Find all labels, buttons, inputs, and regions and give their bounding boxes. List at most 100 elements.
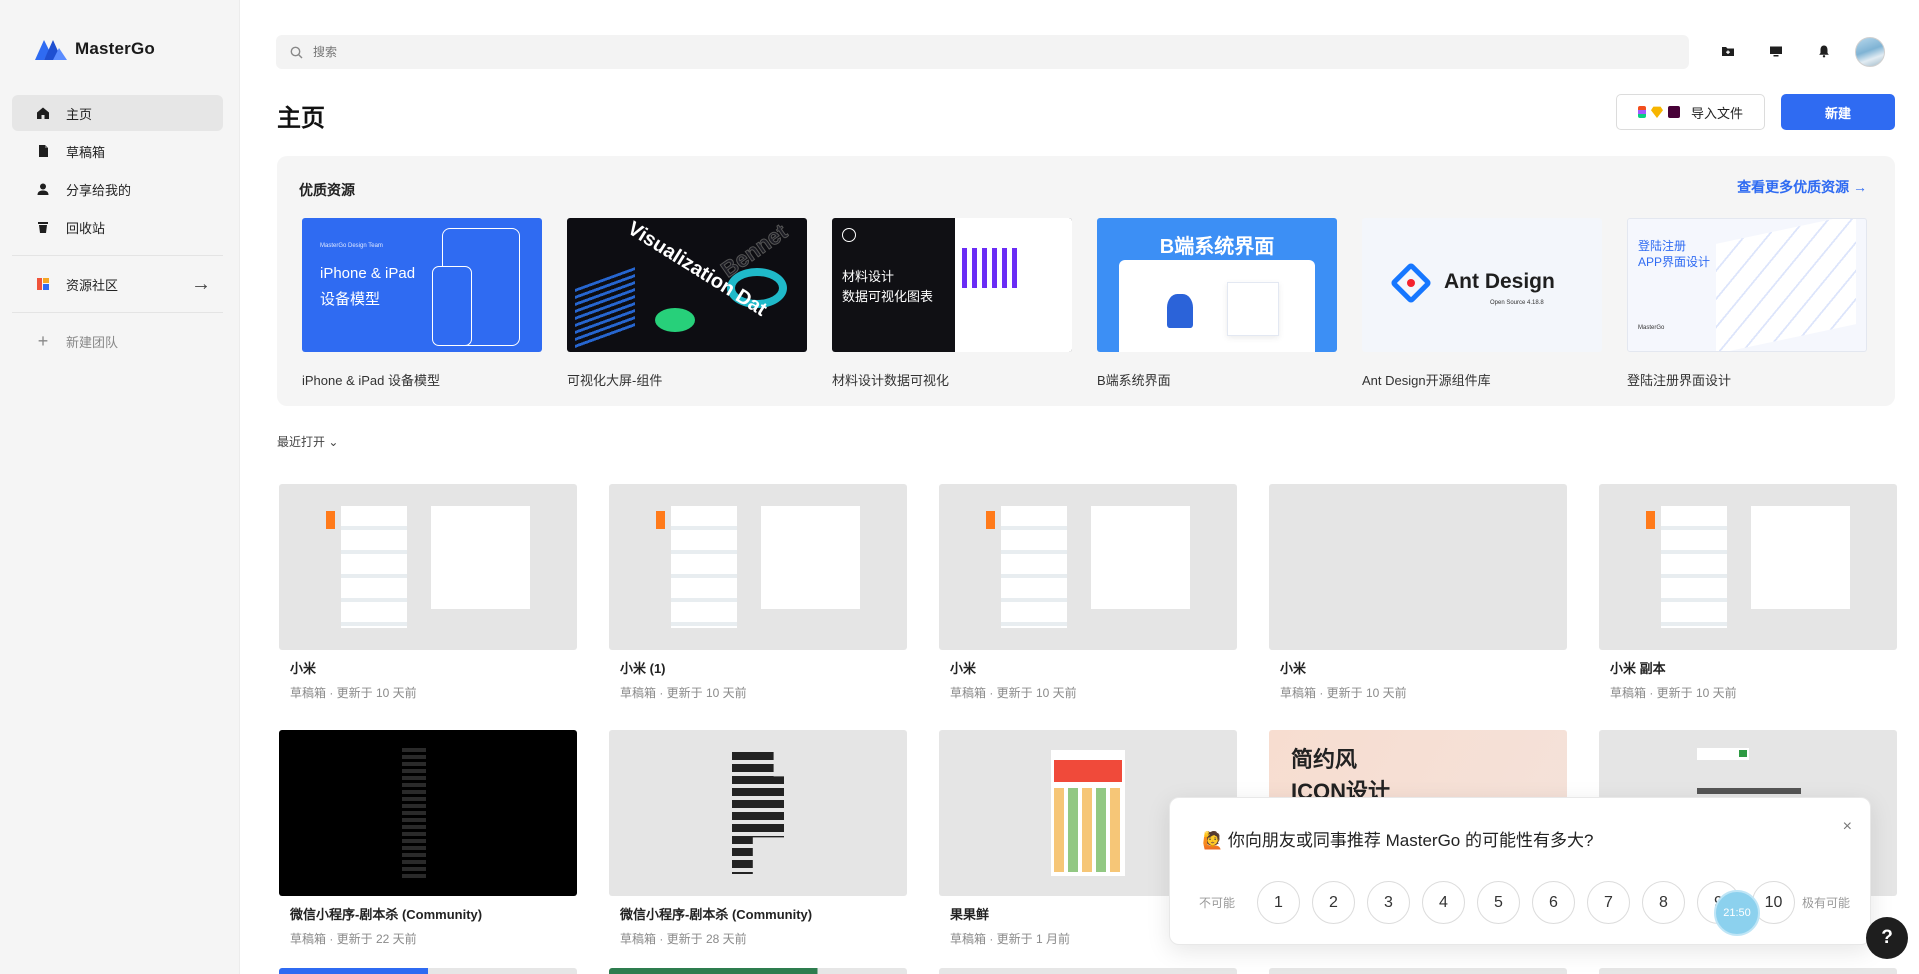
sidebar-item-community[interactable]: 资源社区 →: [12, 266, 223, 302]
bell-icon: [1819, 45, 1829, 58]
sidebar-item-trash[interactable]: 回收站: [12, 209, 223, 245]
top-toolbar: [1717, 40, 1835, 62]
resource-card-b-system[interactable]: B端系统界面 B端系统界面: [1097, 218, 1337, 389]
thumb-dot: [1739, 750, 1747, 757]
home-icon: [37, 107, 49, 119]
thumb-line2: APP界面设计: [1638, 255, 1711, 269]
close-icon[interactable]: ×: [1843, 818, 1852, 836]
file-card[interactable]: 小米 副本 草稿箱 · 更新于 10 天前: [1599, 484, 1897, 701]
featured-resources: 优质资源 查看更多优质资源 → MasterGo Design Team iPh…: [277, 156, 1895, 406]
help-button[interactable]: ?: [1866, 917, 1908, 959]
survey-low-label: 不可能: [1199, 896, 1236, 910]
resource-card-ant-design[interactable]: Ant Design Open Source 4.18.8 Ant Design…: [1362, 218, 1602, 389]
sidebar-item-drafts[interactable]: 草稿箱: [12, 133, 223, 169]
sidebar-divider: [12, 312, 223, 313]
thumb-marker: [326, 511, 335, 529]
file-card[interactable]: 小米 (1) 草稿箱 · 更新于 10 天前: [609, 484, 907, 701]
file-icon: [39, 145, 48, 157]
user-avatar[interactable]: [1855, 37, 1885, 67]
thumb-brand: MasterGo Design Team: [320, 243, 383, 249]
search-input[interactable]: [313, 45, 713, 59]
sidebar-item-home[interactable]: 主页: [12, 95, 223, 131]
timer-badge[interactable]: 21:50: [1714, 890, 1760, 936]
thumb-marker: [1646, 511, 1655, 529]
thumb-line1: 材料设计: [842, 269, 895, 284]
search-bar[interactable]: [276, 35, 1689, 69]
file-card-partial[interactable]: [279, 968, 577, 974]
sidebar-item-label: 主页: [66, 106, 93, 122]
view-more-resources-link[interactable]: 查看更多优质资源 →: [1737, 177, 1867, 197]
score-button-4[interactable]: 4: [1422, 881, 1465, 924]
file-card[interactable]: 小米 草稿箱 · 更新于 10 天前: [939, 484, 1237, 701]
file-card-partial[interactable]: [1269, 968, 1567, 974]
trash-icon: [38, 222, 48, 233]
sidebar-item-shared[interactable]: 分享给我的: [12, 171, 223, 207]
thumb-page: [671, 506, 737, 628]
logo[interactable]: MasterGo: [35, 38, 155, 60]
file-thumb: [1269, 484, 1567, 650]
score-button-5[interactable]: 5: [1477, 881, 1520, 924]
thumb-banner: [1054, 760, 1122, 782]
new-folder-button[interactable]: [1717, 40, 1739, 62]
logo-text: MasterGo: [75, 39, 156, 58]
file-name: 微信小程序-剧本杀 (Community): [290, 907, 483, 922]
file-name: 小米 副本: [1610, 661, 1666, 676]
arrow-right-icon: →: [191, 272, 211, 295]
file-card[interactable]: 微信小程序-剧本杀 (Community) 草稿箱 · 更新于 22 天前: [279, 730, 577, 947]
file-card-partial[interactable]: [609, 968, 907, 974]
resource-card-login[interactable]: 登陆注册 APP界面设计 MasterGo 登陆注册界面设计: [1627, 218, 1867, 389]
sidebar-item-new-team[interactable]: + 新建团队: [12, 323, 223, 359]
new-file-button[interactable]: 新建: [1781, 94, 1895, 130]
file-meta: 草稿箱 · 更新于 10 天前: [290, 686, 417, 700]
file-name: 小米 (1): [620, 661, 666, 676]
app-root: MasterGo 主页 草稿箱 分享给我的 回收站 资源社区 → + 新建团队 …: [0, 0, 1919, 974]
file-card[interactable]: 微信小程序-剧本杀 (Community) 草稿箱 · 更新于 28 天前: [609, 730, 907, 947]
sidebar-nav: 主页 草稿箱 分享给我的 回收站 资源社区 → + 新建团队: [12, 95, 223, 361]
sidebar-item-label: 回收站: [66, 220, 106, 236]
file-meta: 草稿箱 · 更新于 22 天前: [290, 932, 417, 946]
file-card[interactable]: 小米 草稿箱 · 更新于 10 天前: [279, 484, 577, 701]
thumb-frame: [1751, 506, 1850, 609]
score-button-7[interactable]: 7: [1587, 881, 1630, 924]
resource-card-material[interactable]: 材料设计 数据可视化图表 材料设计数据可视化: [832, 218, 1072, 389]
file-thumb: [279, 484, 577, 650]
file-name: 微信小程序-剧本杀 (Community): [620, 907, 813, 922]
user-icon: [37, 183, 49, 195]
score-button-8[interactable]: 8: [1642, 881, 1685, 924]
material-logo: [842, 228, 856, 242]
resource-thumb: 登陆注册 APP界面设计 MasterGo: [1627, 218, 1867, 352]
thumb-marker: [656, 511, 665, 529]
score-button-6[interactable]: 6: [1532, 881, 1575, 924]
survey-question-text: 你向朋友或同事推荐 MasterGo 的可能性有多大?: [1227, 831, 1594, 850]
thumb-frame: [761, 506, 860, 609]
community-icon: [37, 278, 49, 290]
file-card-partial[interactable]: [1599, 968, 1897, 974]
file-card[interactable]: 小米 草稿箱 · 更新于 10 天前: [1269, 484, 1567, 701]
score-button-3[interactable]: 3: [1367, 881, 1410, 924]
resource-card-visualization[interactable]: Visualization Dat Bennet 可视化大屏-组件: [567, 218, 807, 389]
file-name: 小米: [1280, 661, 1307, 676]
featured-title: 优质资源: [299, 182, 355, 198]
sidebar: MasterGo 主页 草稿箱 分享给我的 回收站 资源社区 → + 新建团队: [0, 0, 240, 974]
sidebar-item-label: 资源社区: [66, 277, 119, 293]
import-file-button[interactable]: 导入文件: [1616, 94, 1765, 130]
recent-files-dropdown[interactable]: 最近打开 ⌄: [277, 433, 338, 450]
plus-icon: +: [37, 330, 49, 351]
resource-card-iphone[interactable]: MasterGo Design Team iPhone & iPad 设备模型 …: [302, 218, 542, 389]
thumb-line2: 数据可视化图表: [842, 289, 934, 304]
resource-caption: Ant Design开源组件库: [1362, 373, 1491, 388]
file-card-partial[interactable]: [939, 968, 1237, 974]
sidebar-item-label: 草稿箱: [66, 144, 106, 160]
file-thumb: [609, 730, 907, 896]
notifications-button[interactable]: [1813, 40, 1835, 62]
present-button[interactable]: [1765, 40, 1787, 62]
login-screens: [1716, 219, 1856, 351]
score-button-2[interactable]: 2: [1312, 881, 1355, 924]
viz-green-disc: [655, 308, 695, 332]
thumb-page: [402, 748, 426, 878]
file-thumb: [939, 484, 1237, 650]
viz-bars: [575, 267, 635, 349]
resource-thumb: MasterGo Design Team iPhone & iPad 设备模型: [302, 218, 542, 352]
thumb-brand: MasterGo: [1638, 325, 1665, 331]
score-button-1[interactable]: 1: [1257, 881, 1300, 924]
